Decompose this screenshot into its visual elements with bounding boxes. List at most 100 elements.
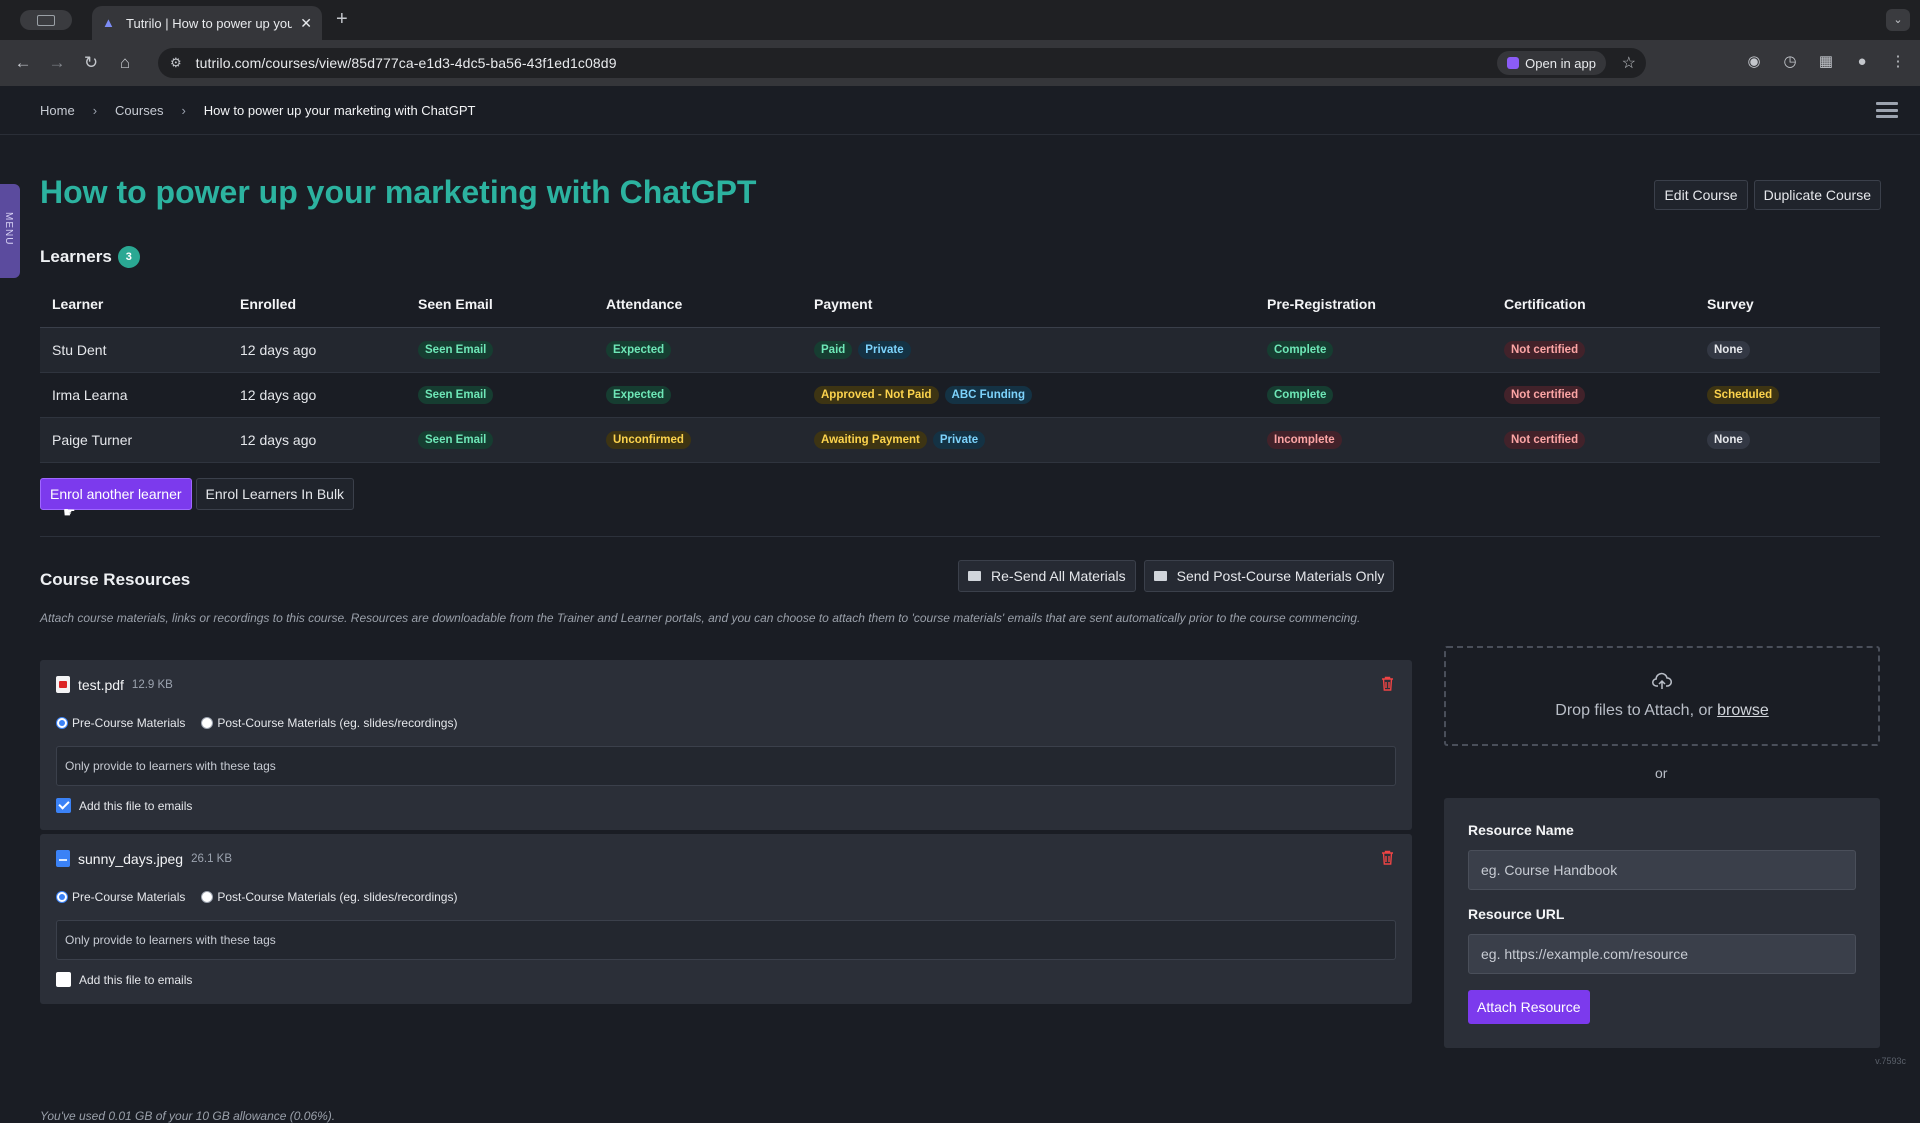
- profile-avatar-icon[interactable]: ●: [1852, 52, 1872, 72]
- extensions-puzzle-icon[interactable]: ▦: [1816, 52, 1836, 72]
- seen-email-badge: Seen Email: [418, 341, 494, 359]
- bookmark-star-icon[interactable]: ☆: [1622, 53, 1636, 73]
- clock-extension-icon[interactable]: ◷: [1780, 52, 1800, 72]
- browse-link[interactable]: browse: [1717, 702, 1769, 719]
- breadcrumb-current: How to power up your marketing with Chat…: [203, 103, 476, 118]
- divider: [40, 536, 1880, 537]
- breadcrumb-courses[interactable]: Courses: [115, 103, 163, 118]
- breadcrumb-home[interactable]: Home: [40, 103, 75, 118]
- learners-heading: Learners 3: [40, 246, 140, 268]
- attendance-badge: Expected: [606, 386, 672, 404]
- tab-title: Tutrilo | How to power up you: [126, 15, 293, 31]
- add-to-emails-label: Add this file to emails: [79, 972, 193, 987]
- payment-type-badge: ABC Funding: [944, 386, 1032, 404]
- seen-email-badge: Seen Email: [418, 386, 494, 404]
- browser-tab[interactable]: ▲ Tutrilo | How to power up you ✕: [92, 6, 322, 40]
- chevron-down-icon[interactable]: ⌄: [1886, 9, 1910, 31]
- or-separator: or: [1655, 765, 1668, 781]
- payment-status-badge: Awaiting Payment: [814, 431, 927, 449]
- table-row[interactable]: Paige Turner 12 days ago Seen Email Unco…: [40, 417, 1880, 463]
- pdf-file-icon: [56, 676, 70, 693]
- file-dropzone[interactable]: Drop files to Attach, or browse: [1444, 646, 1880, 746]
- column-header: Payment: [802, 282, 1255, 328]
- forward-icon[interactable]: →: [46, 52, 68, 74]
- new-tab-icon[interactable]: +: [336, 8, 348, 31]
- reload-icon[interactable]: ↻: [80, 52, 102, 74]
- post-course-radio[interactable]: Post-Course Materials (eg. slides/record…: [201, 890, 457, 904]
- certification-badge: Not certified: [1504, 431, 1586, 449]
- tags-input[interactable]: Only provide to learners with these tags: [56, 920, 1396, 960]
- table-row[interactable]: Stu Dent 12 days ago Seen Email Expected…: [40, 327, 1880, 373]
- resource-card: test.pdf 12.9 KB Pre-Course Materials Po…: [40, 660, 1412, 830]
- add-to-emails-checkbox[interactable]: Add this file to emails: [56, 798, 192, 813]
- trash-icon[interactable]: [1381, 676, 1394, 691]
- column-header: Pre-Registration: [1255, 282, 1492, 328]
- add-to-emails-checkbox[interactable]: Add this file to emails: [56, 972, 192, 987]
- trash-icon[interactable]: [1381, 850, 1394, 865]
- duplicate-course-button[interactable]: Duplicate Course: [1753, 180, 1881, 210]
- attach-resource-button[interactable]: Attach Resource: [1468, 990, 1590, 1024]
- camera-extension-icon[interactable]: ◉: [1744, 52, 1764, 72]
- mail-icon: [1153, 571, 1167, 581]
- window-icon: [37, 14, 55, 26]
- checkbox-checked[interactable]: [56, 798, 71, 813]
- back-icon[interactable]: ←: [12, 52, 34, 74]
- file-name[interactable]: test.pdf: [78, 677, 124, 693]
- side-menu-tab[interactable]: MENU: [0, 184, 20, 278]
- close-icon[interactable]: ✕: [300, 15, 312, 32]
- attendance-badge: Expected: [606, 341, 672, 359]
- tags-input[interactable]: Only provide to learners with these tags: [56, 746, 1396, 786]
- open-in-app-button[interactable]: Open in app: [1497, 51, 1606, 75]
- hamburger-menu-icon[interactable]: [1876, 102, 1898, 118]
- preregistration-badge: Complete: [1267, 341, 1334, 359]
- home-icon[interactable]: ⌂: [114, 52, 136, 74]
- survey-badge: None: [1707, 341, 1750, 359]
- checkbox-unchecked[interactable]: [56, 972, 71, 987]
- file-name[interactable]: sunny_days.jpeg: [78, 851, 183, 867]
- column-header: Certification: [1492, 282, 1695, 328]
- url-text[interactable]: tutrilo.com/courses/view/85d777ca-e1d3-4…: [196, 55, 617, 71]
- tab-search-button[interactable]: [20, 10, 72, 30]
- browser-toolbar: ← → ↻ ⌂ ⚙ tutrilo.com/courses/view/85d77…: [0, 40, 1920, 86]
- preregistration-badge: Incomplete: [1267, 431, 1342, 449]
- breadcrumb: Home › Courses › How to power up your ma…: [40, 103, 475, 118]
- post-course-label: Post-Course Materials (eg. slides/record…: [217, 716, 458, 730]
- column-header: Enrolled: [228, 282, 406, 328]
- column-header: Survey: [1695, 282, 1880, 328]
- mail-icon: [968, 571, 981, 581]
- version-label: v.7593c: [1875, 1056, 1906, 1066]
- address-bar[interactable]: ⚙ tutrilo.com/courses/view/85d777ca-e1d3…: [158, 48, 1646, 78]
- payment-status-badge: Approved - Not Paid: [814, 386, 939, 404]
- send-post-course-materials-button[interactable]: Send Post-Course Materials Only: [1143, 560, 1395, 592]
- learners-heading-text: Learners: [40, 247, 112, 266]
- table-row[interactable]: Irma Learna 12 days ago Seen Email Expec…: [40, 372, 1880, 418]
- preregistration-badge: Complete: [1267, 386, 1334, 404]
- resend-all-materials-button[interactable]: Re-Send All Materials: [958, 560, 1136, 592]
- browser-tabbar: ▲ Tutrilo | How to power up you ✕ + ⌄: [0, 0, 1920, 40]
- file-size: 12.9 KB: [131, 678, 173, 691]
- pre-course-radio[interactable]: Pre-Course Materials: [56, 716, 185, 730]
- edit-course-button[interactable]: Edit Course: [1654, 180, 1748, 210]
- pre-course-radio[interactable]: Pre-Course Materials: [56, 890, 185, 904]
- attendance-badge: Unconfirmed: [606, 431, 691, 449]
- dropzone-label: Drop files to Attach, or: [1555, 702, 1718, 719]
- enrolled-date: 12 days ago: [228, 417, 406, 463]
- pre-course-label: Pre-Course Materials: [72, 890, 186, 904]
- certification-badge: Not certified: [1504, 341, 1586, 359]
- breadcrumb-chevron-icon: ›: [181, 103, 186, 118]
- site-info-icon[interactable]: ⚙: [170, 55, 182, 71]
- survey-badge: Scheduled: [1707, 386, 1780, 404]
- post-course-radio[interactable]: Post-Course Materials (eg. slides/record…: [201, 716, 457, 730]
- learner-name[interactable]: Irma Learna: [40, 372, 228, 418]
- storage-usage: You've used 0.01 GB of your 10 GB allowa…: [40, 1109, 336, 1123]
- learner-name[interactable]: Paige Turner: [40, 417, 228, 463]
- tutrilo-favicon-icon: ▲: [102, 15, 115, 30]
- resource-url-input[interactable]: eg. https://example.com/resource: [1468, 934, 1856, 974]
- upload-cloud-icon: [1652, 672, 1672, 689]
- learner-name[interactable]: Stu Dent: [40, 327, 228, 373]
- resource-name-input[interactable]: eg. Course Handbook: [1468, 850, 1856, 890]
- table-header-row: Learner Enrolled Seen Email Attendance P…: [40, 282, 1880, 328]
- enrol-learners-bulk-button[interactable]: Enrol Learners In Bulk: [195, 478, 355, 510]
- add-to-emails-label: Add this file to emails: [79, 798, 193, 813]
- more-vertical-icon[interactable]: ⋮: [1888, 52, 1908, 72]
